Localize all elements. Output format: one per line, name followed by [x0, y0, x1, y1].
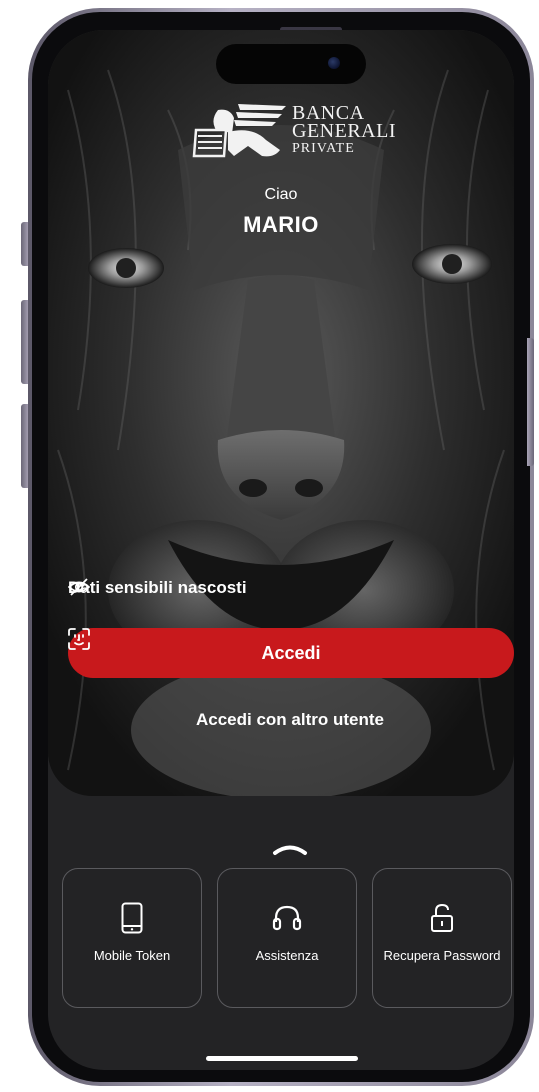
winged-lion-logo-icon [192, 104, 286, 158]
sensitive-data-toggle[interactable]: Dati sensibili nascosti [68, 578, 247, 598]
recover-password-label: Recupera Password [383, 948, 501, 963]
app-screen: BANCA GENERALI PRIVATE Ciao MARIO Dati s… [48, 30, 514, 1070]
unlock-icon [431, 903, 453, 932]
login-button-label: Accedi [261, 642, 321, 663]
chevron-up-icon[interactable] [272, 840, 308, 856]
assistance-label: Assistenza [255, 948, 319, 963]
login-button[interactable]: Accedi [68, 628, 514, 678]
brand-line-3: PRIVATE [292, 141, 355, 156]
assistance-button[interactable]: Assistenza [217, 868, 357, 1008]
quick-actions: Mobile Token Assistenza Recupera Passwor… [62, 868, 512, 1008]
smartphone-icon [121, 902, 143, 934]
front-camera [328, 57, 340, 69]
brand-wordmark: BANCA GENERALI PRIVATE [292, 103, 396, 158]
mobile-token-button[interactable]: Mobile Token [62, 868, 202, 1008]
greeting-text: Ciao [264, 186, 298, 203]
brand-line-2: GENERALI [292, 120, 396, 142]
recover-password-button[interactable]: Recupera Password [372, 868, 512, 1008]
headset-icon [272, 905, 302, 931]
eye-off-icon [68, 578, 90, 596]
face-id-icon [68, 628, 90, 650]
mobile-token-label: Mobile Token [93, 948, 171, 963]
sensitive-data-label: Dati sensibili nascosti [68, 578, 247, 597]
user-name: MARIO [243, 212, 319, 237]
home-indicator[interactable] [206, 1056, 358, 1061]
hero-background: BANCA GENERALI PRIVATE Ciao MARIO Dati s… [48, 30, 514, 796]
login-other-user-link[interactable]: Accedi con altro utente [48, 710, 514, 730]
power-button [527, 338, 534, 466]
dynamic-island [216, 44, 366, 84]
bank-logo: BANCA GENERALI PRIVATE [188, 100, 398, 166]
